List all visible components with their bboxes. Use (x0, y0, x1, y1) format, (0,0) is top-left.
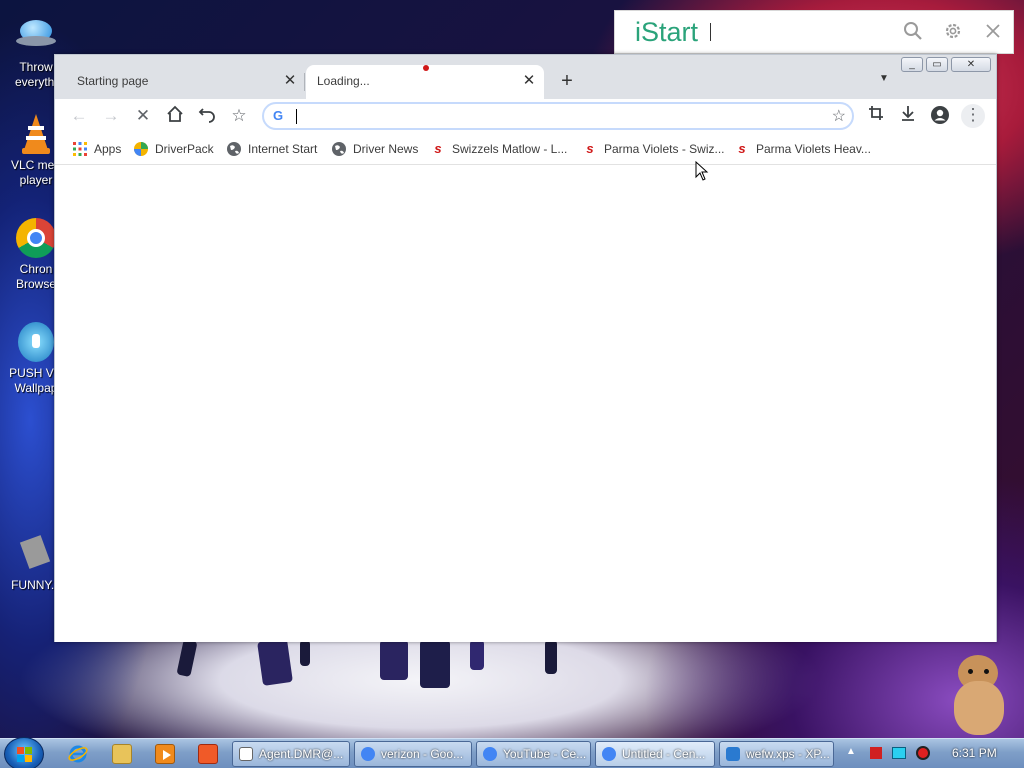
globe-icon (226, 141, 242, 157)
taskbar-item-label: Agent.DMR@... (259, 747, 344, 761)
wallpaper-streak (470, 640, 484, 670)
loading-indicator-dot (423, 65, 429, 71)
wallpaper-streak (257, 638, 293, 686)
tab-label: Loading... (317, 74, 370, 88)
mouse-cursor-icon (695, 160, 709, 184)
gear-icon[interactable] (941, 21, 965, 45)
bookmark-internet-start[interactable]: Internet Start (226, 141, 317, 157)
tab-close-icon[interactable]: ✕ (281, 72, 299, 90)
tab-search-dropdown-icon[interactable]: ▼ (879, 73, 889, 84)
tab-strip: Starting page ✕ Loading... ✕ + ▼ _ ▭ ✕ (55, 55, 996, 99)
address-bar[interactable]: G ☆ (262, 102, 854, 130)
internet-explorer-icon[interactable] (68, 744, 88, 764)
taskbar-item-untitled[interactable]: Untitled - Cen... (595, 741, 715, 767)
browser-window: Starting page ✕ Loading... ✕ + ▼ _ ▭ ✕ ←… (54, 54, 997, 642)
taskbar-item-wefw-xps[interactable]: wefw.xps - XP... (719, 741, 834, 767)
bookmark-label: Driver News (353, 142, 419, 156)
address-bar-caret (296, 109, 297, 124)
search-icon[interactable] (901, 21, 925, 45)
windows-logo-icon (17, 747, 32, 762)
taskbar-item-agent-dmr[interactable]: Agent.DMR@... (232, 741, 350, 767)
istart-input-caret[interactable] (710, 23, 712, 41)
page-content-area[interactable] (55, 166, 996, 642)
file-icon (14, 532, 58, 576)
tab-starting-page[interactable]: Starting page ✕ (55, 65, 305, 99)
wallpaper-streak (380, 640, 408, 680)
ufo-icon (14, 14, 58, 58)
taskbar-item-youtube[interactable]: YouTube - Ce... (476, 741, 591, 767)
volume-tray-icon[interactable] (916, 746, 930, 760)
istart-search-bar: iStart (614, 10, 1014, 54)
bookmark-parma-violets-swizzels[interactable]: s Parma Violets - Swiz... (582, 141, 724, 157)
browser-app-icon (602, 747, 616, 761)
close-window-button[interactable]: ✕ (951, 57, 991, 72)
wallpaper-streak (300, 640, 310, 666)
wallpaper-streak (176, 638, 198, 678)
close-icon[interactable] (981, 21, 1005, 45)
bookmark-parma-violets-heaven[interactable]: s Parma Violets Heav... (734, 141, 871, 157)
taskbar-item-label: wefw.xps - XP... (746, 747, 830, 761)
file-explorer-icon[interactable] (112, 744, 132, 764)
swizzels-icon: s (586, 141, 594, 156)
google-icon: G (273, 108, 284, 123)
push-wallpaper-icon (14, 320, 58, 364)
home-icon[interactable] (164, 105, 186, 127)
forward-arrow-icon[interactable]: → (100, 105, 122, 127)
bookmark-label: Parma Violets Heav... (756, 142, 871, 156)
swizzels-icon: s (434, 141, 442, 156)
start-button[interactable] (4, 737, 44, 768)
wallpaper-streak (420, 640, 450, 688)
crop-icon[interactable] (865, 105, 887, 127)
more-menu-icon[interactable]: ⋮ (961, 104, 985, 128)
show-hidden-icons-arrow-icon[interactable]: ▲ (846, 746, 856, 757)
bookmark-apps[interactable]: Apps (72, 141, 121, 157)
download-icon[interactable] (897, 105, 919, 127)
bookmark-driver-news[interactable]: Driver News (331, 141, 418, 157)
driverpack-icon (133, 141, 149, 157)
hamster-image (950, 655, 1010, 735)
undo-icon[interactable] (196, 105, 218, 127)
taskbar-item-label: Untitled - Cen... (622, 747, 706, 761)
display-tray-icon[interactable] (892, 747, 906, 759)
restore-button[interactable]: ▭ (926, 57, 948, 72)
bookmark-page-star-icon[interactable]: ☆ (832, 106, 846, 126)
vlc-cone-icon (14, 112, 58, 156)
swizzels-icon: s (738, 141, 746, 156)
app-shortcut-icon[interactable] (198, 744, 218, 764)
bookmark-label: Apps (94, 142, 122, 156)
chrome-icon (14, 216, 58, 260)
bookmark-label: Parma Violets - Swiz... (604, 142, 725, 156)
xps-viewer-icon (726, 747, 740, 761)
browser-app-icon (361, 747, 375, 761)
browser-toolbar: ← → ✕ ☆ G ☆ ⋮ (55, 99, 996, 133)
flag-tray-icon[interactable] (870, 747, 882, 759)
window-app-icon (239, 747, 253, 761)
taskbar: Agent.DMR@... verizon - Goo... YouTube -… (0, 737, 1024, 768)
bookmark-label: Swizzels Matlow - L... (452, 142, 568, 156)
minimize-button[interactable]: _ (901, 57, 923, 72)
taskbar-item-label: YouTube - Ce... (503, 747, 587, 761)
tab-label: Starting page (77, 74, 149, 88)
taskbar-clock[interactable]: 6:31 PM (952, 746, 997, 760)
media-player-icon[interactable] (155, 744, 175, 764)
bookmark-label: Internet Start (248, 142, 318, 156)
taskbar-item-label: verizon - Goo... (381, 747, 464, 761)
wallpaper-streak (545, 640, 557, 674)
bookmark-label: DriverPack (155, 142, 214, 156)
bookmark-driverpack[interactable]: DriverPack (133, 141, 214, 157)
profile-avatar-icon[interactable] (929, 105, 951, 127)
browser-app-icon (483, 747, 497, 761)
bookmark-swizzels-matlow[interactable]: s Swizzels Matlow - L... (430, 141, 567, 157)
new-tab-button[interactable]: + (555, 69, 579, 93)
istart-logo: iStart (635, 16, 699, 47)
apps-grid-icon (72, 141, 88, 157)
stop-loading-icon[interactable]: ✕ (132, 105, 154, 127)
taskbar-item-verizon[interactable]: verizon - Goo... (354, 741, 472, 767)
tab-close-icon[interactable]: ✕ (520, 72, 538, 90)
tab-separator (304, 73, 305, 91)
back-arrow-icon[interactable]: ← (68, 105, 90, 127)
bookmark-star-icon[interactable]: ☆ (228, 105, 250, 127)
bookmarks-bar: Apps DriverPack Internet Start Driver Ne… (55, 133, 996, 165)
globe-icon (331, 141, 347, 157)
